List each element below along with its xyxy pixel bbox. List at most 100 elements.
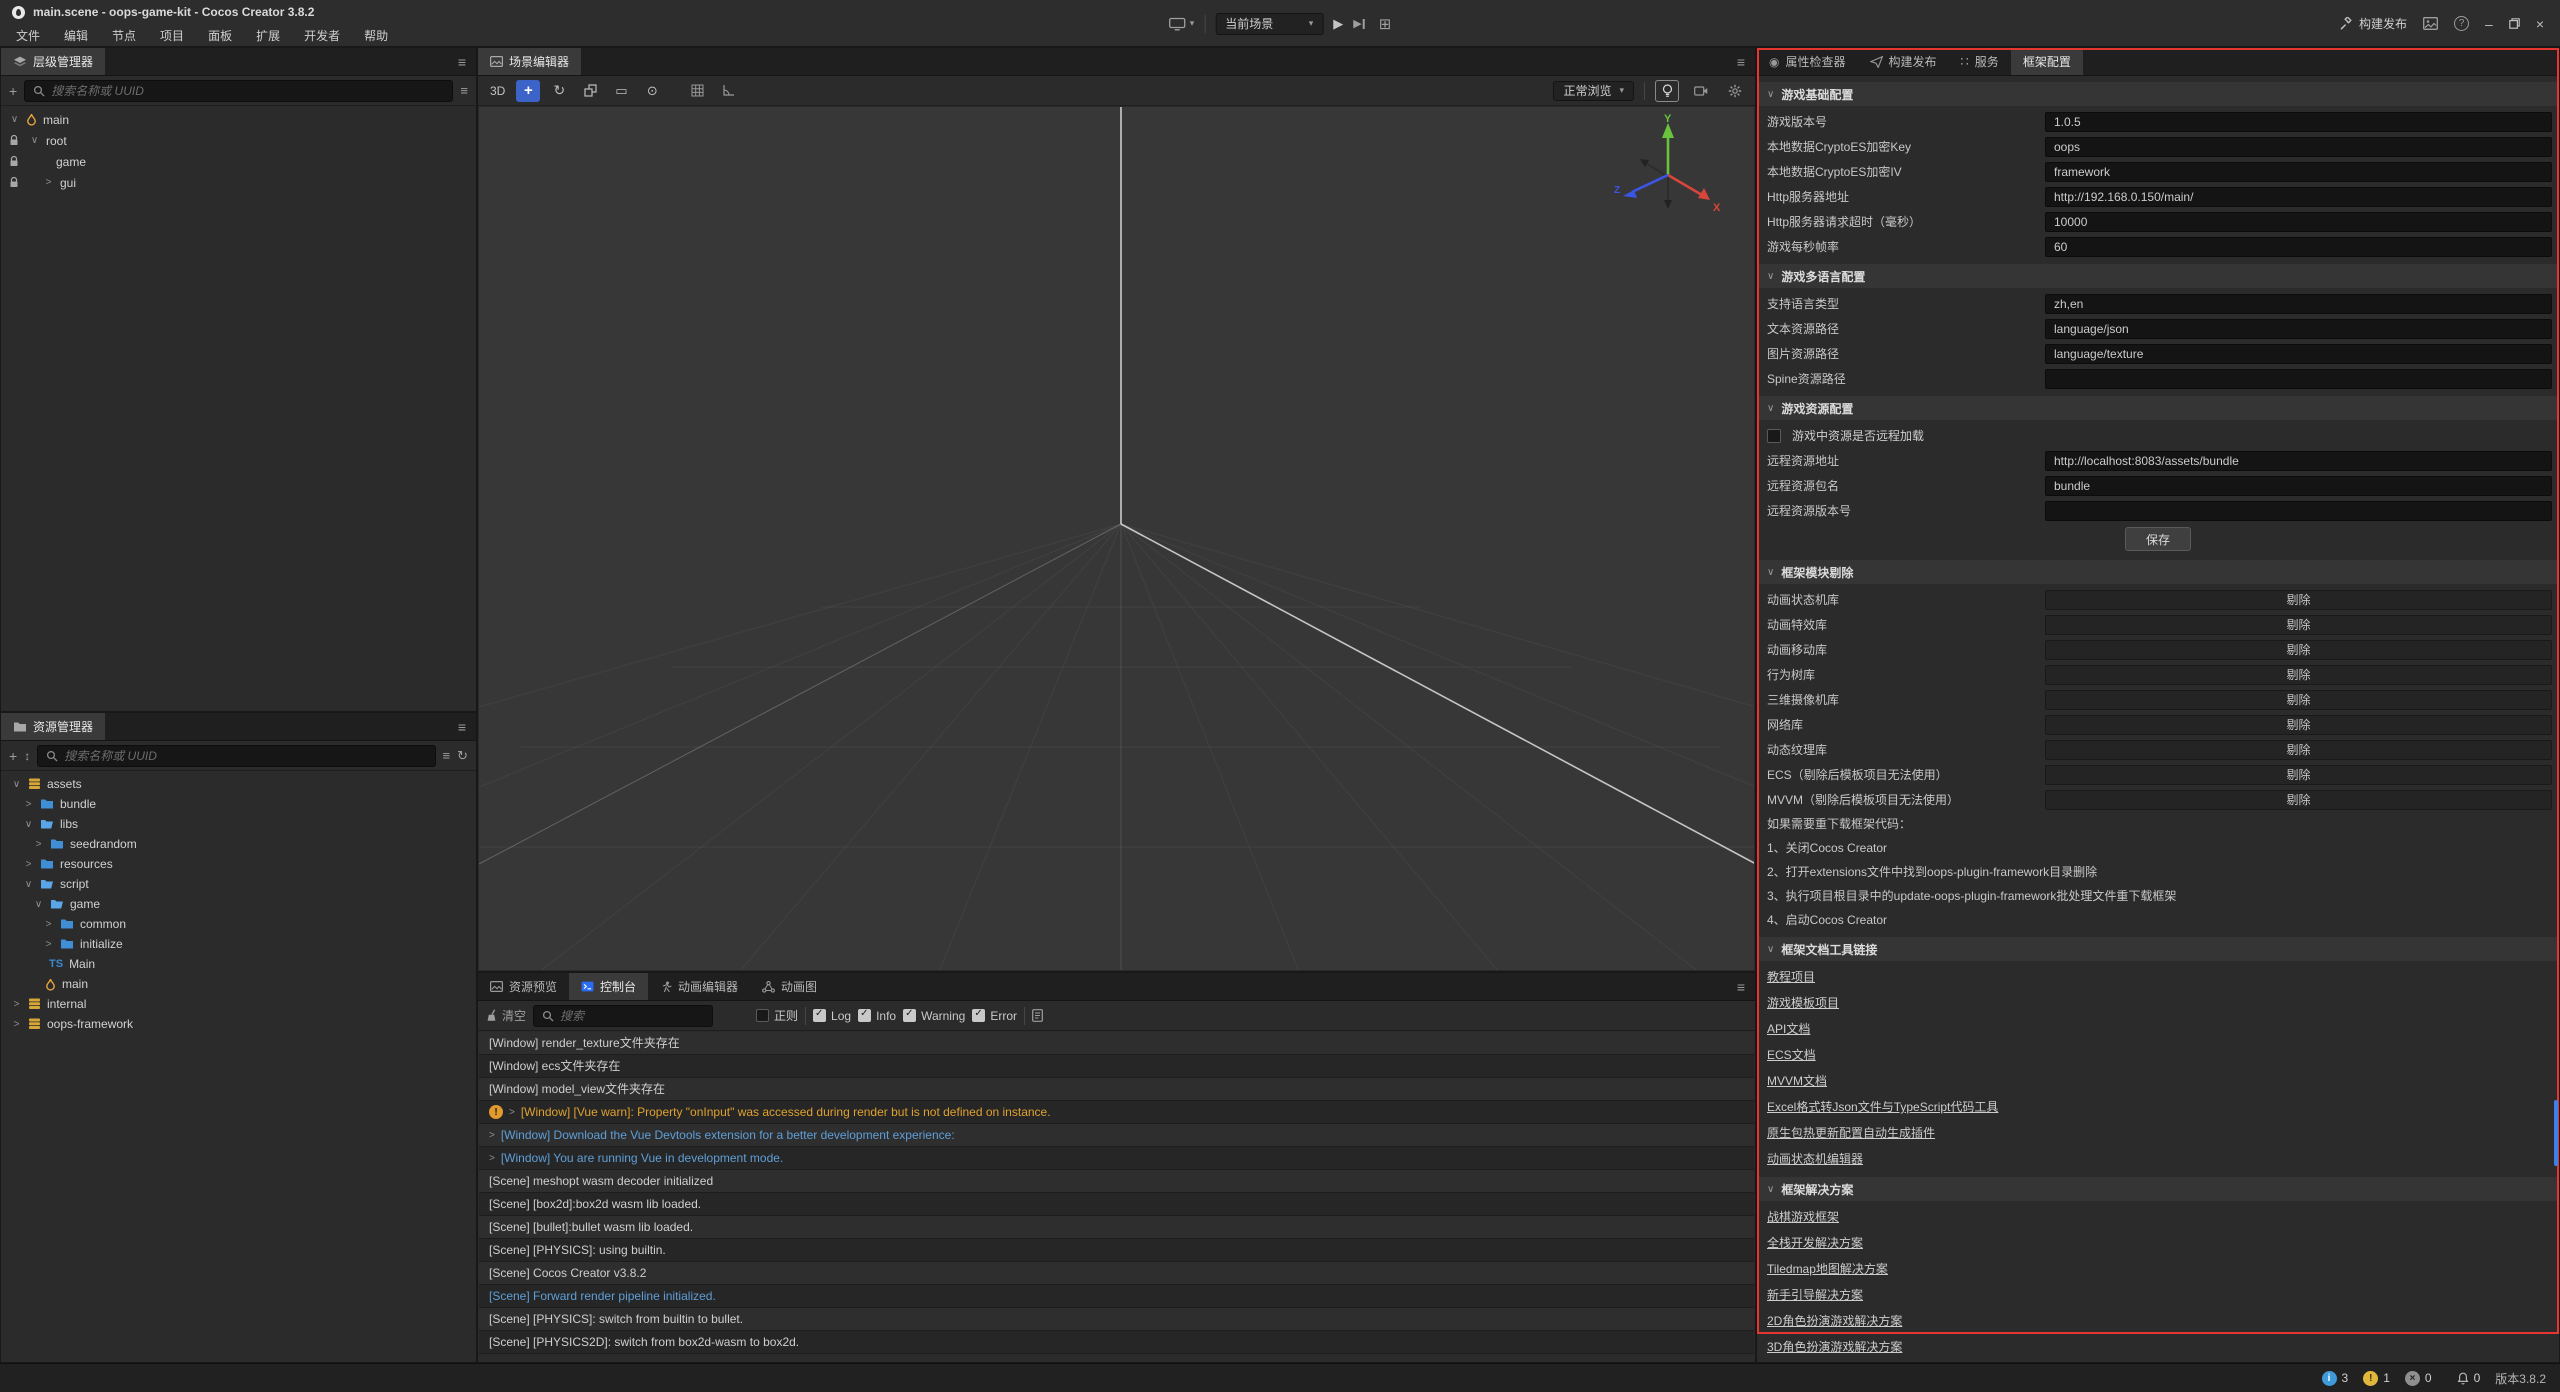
error-count-badge[interactable]: × 0 — [2405, 1371, 2432, 1386]
tab-asset-preview[interactable]: 资源预览 — [478, 973, 569, 1000]
remove-mvvm-button[interactable]: 剔除 — [2045, 790, 2552, 810]
filter-info[interactable]: Info — [858, 1009, 896, 1023]
filter-warning[interactable]: Warning — [903, 1009, 965, 1023]
scale-tool[interactable] — [578, 80, 602, 102]
remote-version-input[interactable] — [2045, 501, 2552, 521]
remote-load-row[interactable]: 游戏中资源是否远程加载 — [1758, 423, 2558, 448]
caret-down-icon[interactable]: ∨ — [29, 135, 40, 146]
tab-assets[interactable]: 资源管理器 — [1, 713, 105, 740]
crypto-key-input[interactable] — [2045, 137, 2552, 157]
doc-link[interactable]: 游戏模板项目 — [1767, 996, 1839, 1010]
doc-link[interactable]: 原生包热更新配置自动生成插件 — [1767, 1126, 1935, 1140]
remote-url-input[interactable] — [2045, 451, 2552, 471]
tab-console[interactable]: 控制台 — [569, 973, 648, 1000]
tab-services[interactable]: ∷ 服务 — [1949, 48, 2011, 75]
tree-node-root[interactable]: ∨ root — [1, 130, 476, 151]
lighting-toggle[interactable] — [1655, 80, 1679, 102]
tab-scene-editor[interactable]: 场景编辑器 — [478, 48, 581, 75]
http-server-input[interactable] — [2045, 187, 2552, 207]
menu-file[interactable]: 文件 — [4, 27, 52, 44]
rect-tool[interactable]: ▭ — [609, 80, 633, 102]
axis-gizmo[interactable]: Y X Z — [1610, 113, 1726, 229]
sort-icon[interactable]: ↕ — [24, 749, 30, 763]
remote-load-checkbox[interactable] — [1767, 429, 1781, 443]
remove-ecs-button[interactable]: 剔除 — [2045, 765, 2552, 785]
tree-node-seedrandom[interactable]: > seedrandom — [1, 834, 476, 854]
grid-snap-tool[interactable] — [685, 80, 709, 102]
panel-menu-icon[interactable]: ≡ — [1727, 48, 1755, 75]
warning-count-badge[interactable]: ! 1 — [2363, 1371, 2390, 1386]
menu-project[interactable]: 项目 — [148, 27, 196, 44]
console-log-list[interactable]: [Window] render_texture文件夹存在 [Window] ec… — [479, 1032, 1754, 1361]
remove-behavior-tree-button[interactable]: 剔除 — [2045, 665, 2552, 685]
rotate-snap-tool[interactable] — [716, 80, 740, 102]
section-header-language[interactable]: ∨ 游戏多语言配置 — [1758, 264, 2558, 288]
solution-link[interactable]: Tiledmap地图解决方案 — [1767, 1262, 1888, 1276]
section-header-docs[interactable]: ∨ 框架文档工具链接 — [1758, 937, 2558, 961]
view-mode-select[interactable]: 正常浏览 ▾ — [1553, 81, 1634, 101]
expand-caret-icon[interactable]: > — [489, 1124, 495, 1147]
remove-network-button[interactable]: 剔除 — [2045, 715, 2552, 735]
info-count-badge[interactable]: i 3 — [2322, 1371, 2349, 1386]
texture-path-input[interactable] — [2045, 344, 2552, 364]
section-header-resource[interactable]: ∨ 游戏资源配置 — [1758, 396, 2558, 420]
caret-down-icon[interactable]: ∨ — [33, 899, 44, 910]
tree-node-assets[interactable]: ∨ assets — [1, 774, 476, 794]
tree-node-gui[interactable]: > gui — [1, 172, 476, 193]
menu-extension[interactable]: 扩展 — [244, 27, 292, 44]
caret-down-icon[interactable]: ∨ — [23, 879, 34, 890]
panel-menu-icon[interactable]: ≡ — [448, 713, 476, 740]
menu-panel[interactable]: 面板 — [196, 27, 244, 44]
menu-node[interactable]: 节点 — [100, 27, 148, 44]
regex-checkbox[interactable] — [756, 1009, 769, 1022]
section-header-solutions[interactable]: ∨ 框架解决方案 — [1758, 1177, 2558, 1201]
remove-camera-button[interactable]: 剔除 — [2045, 690, 2552, 710]
maximize-button[interactable] — [2509, 18, 2520, 29]
doc-link[interactable]: 动画状态机编辑器 — [1767, 1152, 1863, 1166]
caret-right-icon[interactable]: > — [23, 859, 34, 870]
menu-edit[interactable]: 编辑 — [52, 27, 100, 44]
tree-node-bundle[interactable]: > bundle — [1, 794, 476, 814]
tab-build[interactable]: 构建发布 — [1858, 48, 1949, 75]
tree-node-initialize[interactable]: > initialize — [1, 934, 476, 954]
create-node-button[interactable]: + — [9, 83, 17, 99]
save-button[interactable]: 保存 — [2125, 527, 2191, 551]
tree-node-common[interactable]: > common — [1, 914, 476, 934]
log-file-button[interactable] — [1032, 1009, 1043, 1022]
assets-search-input[interactable] — [64, 749, 426, 763]
game-version-input[interactable] — [2045, 112, 2552, 132]
hierarchy-search-input[interactable] — [51, 84, 444, 98]
menu-help[interactable]: 帮助 — [352, 27, 400, 44]
tree-node-script[interactable]: ∨ script — [1, 874, 476, 894]
caret-right-icon[interactable]: > — [43, 177, 54, 188]
clear-console-button[interactable]: 清空 — [486, 1007, 526, 1024]
text-path-input[interactable] — [2045, 319, 2552, 339]
expand-caret-icon[interactable]: > — [489, 1147, 495, 1170]
create-asset-button[interactable]: + — [9, 748, 17, 764]
remove-animator-button[interactable]: 剔除 — [2045, 590, 2552, 610]
console-searchbox[interactable] — [533, 1005, 713, 1027]
warning-checkbox[interactable] — [903, 1009, 916, 1022]
caret-down-icon[interactable]: ∨ — [9, 114, 20, 125]
framework-config-content[interactable]: ∨ 游戏基础配置 游戏版本号 本地数据CryptoES加密Key 本地数据Cry… — [1758, 77, 2558, 1361]
tree-node-oops-framework[interactable]: > oops-framework — [1, 1014, 476, 1034]
filter-error[interactable]: Error — [972, 1009, 1017, 1023]
fps-input[interactable] — [2045, 237, 2552, 257]
notification-badge[interactable]: 0 — [2457, 1371, 2481, 1385]
move-tool[interactable]: + — [516, 80, 540, 102]
tree-node-main[interactable]: ∨ main — [1, 109, 476, 130]
crypto-iv-input[interactable] — [2045, 162, 2552, 182]
solution-link[interactable]: 3D角色扮演游戏解决方案 — [1767, 1340, 1902, 1354]
tree-node-game[interactable]: game — [1, 151, 476, 172]
refresh-icon[interactable]: ↻ — [457, 748, 468, 764]
play-button[interactable]: ▶ — [1333, 16, 1343, 32]
remove-render-texture-button[interactable]: 剔除 — [2045, 740, 2552, 760]
http-timeout-input[interactable] — [2045, 212, 2552, 232]
caret-right-icon[interactable]: > — [11, 1019, 22, 1030]
caret-right-icon[interactable]: > — [33, 839, 44, 850]
console-search-input[interactable] — [560, 1009, 704, 1023]
caret-right-icon[interactable]: > — [23, 799, 34, 810]
solution-link[interactable]: 2D角色扮演游戏解决方案 — [1767, 1314, 1902, 1328]
caret-down-icon[interactable]: ∨ — [23, 819, 34, 830]
log-checkbox[interactable] — [813, 1009, 826, 1022]
